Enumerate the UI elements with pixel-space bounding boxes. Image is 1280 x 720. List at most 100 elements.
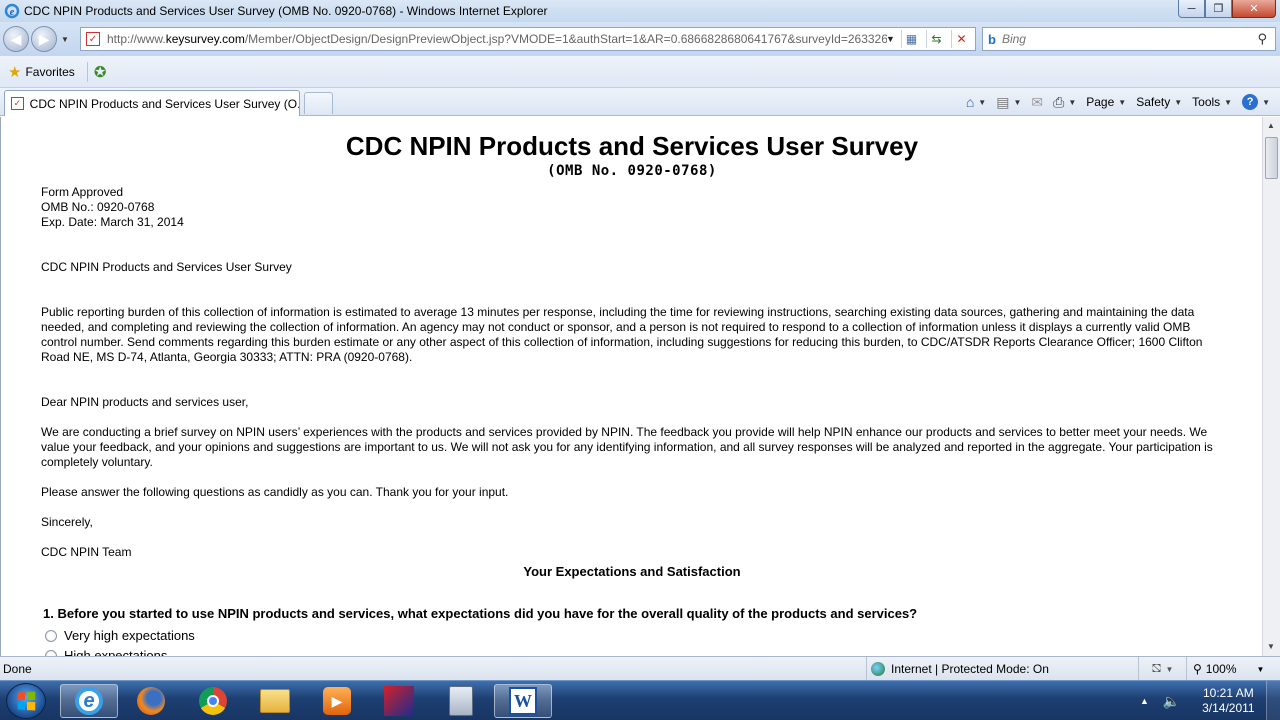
survey-name-text: CDC NPIN Products and Services User Surv… — [41, 260, 292, 274]
tools-menu-label: Tools — [1192, 95, 1221, 109]
address-dropdown-icon[interactable]: ▼ — [886, 34, 895, 44]
search-icon[interactable]: ⚲ — [1257, 31, 1267, 47]
show-hidden-icons[interactable]: ▲ — [1140, 696, 1149, 706]
add-to-favorites-icon[interactable]: ✪ — [94, 63, 107, 81]
chevron-down-icon: ▼ — [1165, 664, 1174, 674]
taskbar-calculator[interactable] — [432, 684, 490, 718]
intro-paragraph: We are conducting a brief survey on NPIN… — [41, 425, 1213, 469]
help-icon: ? — [1242, 94, 1259, 110]
minimize-button[interactable]: ─ — [1178, 0, 1205, 18]
survey-title: CDC NPIN Products and Services User Surv… — [345, 131, 919, 161]
favorites-bar: ★ Favorites ✪ — [0, 56, 1280, 88]
taskbar-app-red[interactable] — [370, 684, 428, 718]
new-tab-button[interactable] — [304, 92, 333, 114]
clock-date: 3/14/2011 — [1202, 701, 1255, 715]
maximize-button[interactable]: ❐ — [1205, 0, 1232, 18]
application-icon — [384, 686, 414, 716]
chevron-down-icon: ▼ — [1262, 97, 1270, 107]
chevron-down-icon: ▼ — [1224, 97, 1233, 107]
internet-explorer-icon: e — [75, 687, 103, 715]
page-menu[interactable]: Page ▼ — [1086, 95, 1126, 109]
tab-label: CDC NPIN Products and Services User Surv… — [29, 96, 299, 111]
refresh-button[interactable]: ⇆ — [926, 30, 946, 48]
option-very-high-expectations[interactable]: Very high expectations — [45, 628, 195, 643]
compatibility-icon: ▦ — [905, 32, 918, 46]
taskbar-explorer[interactable] — [246, 684, 304, 718]
zone-label: Internet | Protected Mode: On — [891, 662, 1049, 676]
svg-text:e: e — [10, 7, 15, 18]
status-text: Done — [3, 662, 32, 676]
zoom-level: 100% — [1205, 662, 1237, 676]
minimize-icon: ─ — [1187, 2, 1196, 15]
taskbar-internet-explorer[interactable]: e — [60, 684, 118, 718]
media-player-icon: ▶ — [323, 687, 351, 715]
scroll-down-icon[interactable]: ▼ — [1267, 642, 1275, 651]
print-button[interactable]: ⎙ ▼ — [1053, 94, 1076, 111]
zoom-control[interactable]: ⚲ 100% ▼ — [1186, 657, 1280, 681]
team-signature-text: CDC NPIN Team — [41, 545, 132, 559]
tab-survey[interactable]: ✓ CDC NPIN Products and Services User Su… — [4, 90, 300, 116]
show-desktop-button[interactable] — [1266, 681, 1280, 720]
security-zone[interactable]: Internet | Protected Mode: On — [866, 657, 1138, 681]
compatibility-view-button[interactable]: ▦ — [901, 30, 921, 48]
taskbar: e ▶ W ▲ 🔈 10:21 AM 3/14/2011 — [0, 680, 1280, 720]
radio-very-high-expectations[interactable] — [45, 629, 57, 642]
chevron-down-icon: ▼ — [1068, 97, 1077, 107]
start-button[interactable] — [6, 683, 46, 719]
section-heading: Your Expectations and Satisfaction — [523, 564, 741, 579]
vertical-scrollbar[interactable]: ▲ ▼ — [1262, 117, 1280, 656]
system-tray: ▲ 🔈 10:21 AM 3/14/2011 — [1140, 681, 1264, 720]
taskbar-word[interactable]: W — [494, 684, 552, 718]
taskbar-chrome[interactable] — [184, 684, 242, 718]
volume-icon[interactable]: 🔈 — [1163, 693, 1180, 710]
command-bar: ⌂ ▼ ▤ ▼ ✉ ⎙ ▼ Page ▼ Safety ▼ Tools ▼ ? ▼ — [956, 91, 1270, 113]
tools-menu[interactable]: Tools ▼ — [1192, 95, 1232, 109]
firefox-icon — [137, 687, 165, 715]
address-url[interactable]: http://www.keysurvey.com/Member/ObjectDe… — [107, 32, 887, 46]
recent-pages-dropdown-icon[interactable]: ▼ — [61, 35, 69, 44]
search-box[interactable]: b ⚲ — [982, 27, 1276, 51]
windows-logo-icon — [17, 691, 36, 711]
back-arrow-icon: ◀ — [10, 30, 22, 47]
taskbar-media-player[interactable]: ▶ — [308, 684, 366, 718]
back-button[interactable]: ◀ — [3, 26, 29, 52]
protected-mode-button[interactable]: ⛞ ▼ — [1138, 657, 1186, 681]
site-favicon-icon: ✓ — [86, 32, 100, 46]
page-content: CDC NPIN Products and Services User Surv… — [0, 117, 1262, 656]
stop-button[interactable]: ✕ — [951, 30, 971, 48]
favorites-star-icon: ★ — [8, 63, 22, 81]
scrollbar-thumb[interactable] — [1265, 137, 1278, 179]
status-bar: Done Internet | Protected Mode: On ⛞ ▼ ⚲ … — [0, 656, 1280, 681]
chevron-down-icon: ▼ — [1013, 97, 1022, 107]
close-button[interactable]: ✕ — [1232, 0, 1276, 18]
instructions-text: Please answer the following questions as… — [41, 485, 509, 499]
scroll-up-icon[interactable]: ▲ — [1267, 121, 1275, 130]
form-approved-line: Form Approved — [41, 185, 124, 199]
favorites-button[interactable]: Favorites — [25, 65, 74, 79]
forward-arrow-icon: ▶ — [38, 30, 50, 47]
home-button[interactable]: ⌂ ▼ — [966, 94, 986, 110]
feeds-button[interactable]: ▤ ▼ — [996, 94, 1021, 111]
read-mail-button[interactable]: ✉ — [1031, 94, 1043, 111]
tab-row: ✓ CDC NPIN Products and Services User Su… — [0, 88, 1280, 116]
folder-icon — [260, 689, 290, 713]
help-menu[interactable]: ? ▼ — [1242, 94, 1270, 110]
tab-favicon-icon: ✓ — [11, 97, 24, 110]
safety-menu[interactable]: Safety ▼ — [1136, 95, 1182, 109]
expiration-date-line: Exp. Date: March 31, 2014 — [41, 215, 184, 229]
title-bar: e CDC NPIN Products and Services User Su… — [0, 0, 1280, 22]
chevron-down-icon: ▼ — [1256, 664, 1265, 674]
refresh-icon: ⇆ — [931, 32, 942, 46]
word-icon: W — [509, 687, 537, 715]
search-input[interactable] — [1001, 32, 1242, 46]
stop-icon: ✕ — [956, 32, 967, 46]
address-bar[interactable]: ✓ http://www.keysurvey.com/Member/Object… — [80, 27, 976, 51]
form-approved-block: Form Approved OMB No.: 0920-0768 Exp. Da… — [41, 185, 1221, 230]
greeting-text: Dear NPIN products and services user, — [41, 395, 249, 409]
option-high-expectations[interactable]: High expectations — [45, 648, 167, 656]
forward-button[interactable]: ▶ — [31, 26, 57, 52]
chevron-down-icon: ▼ — [978, 97, 987, 107]
clock[interactable]: 10:21 AM 3/14/2011 — [1192, 686, 1264, 716]
taskbar-firefox[interactable] — [122, 684, 180, 718]
option-label: Very high expectations — [64, 628, 195, 643]
